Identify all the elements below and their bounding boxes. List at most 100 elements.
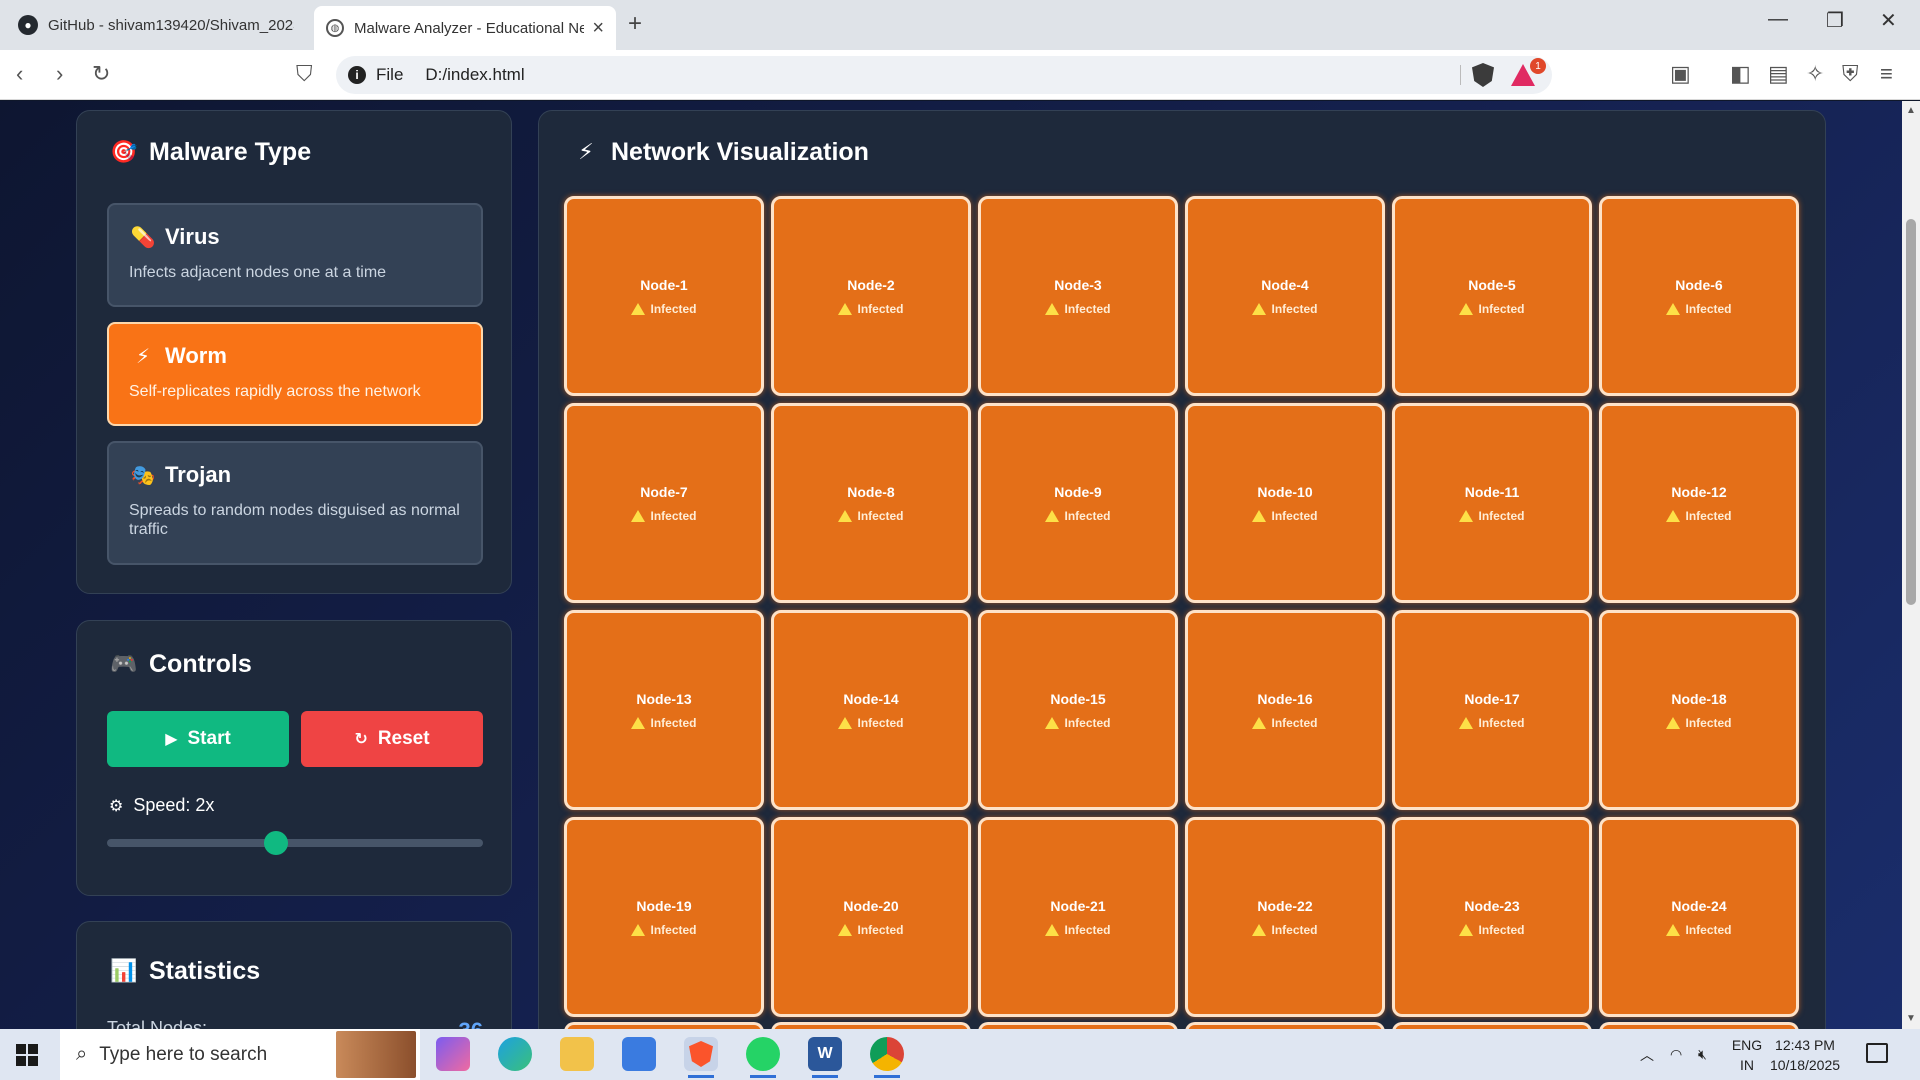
node-status-label: Infected [857, 508, 904, 523]
network-node[interactable]: Node-17 Infected [1392, 610, 1592, 810]
tab-malware-analyzer[interactable]: ◍ Malware Analyzer - Educational Network… [314, 6, 616, 50]
speed-slider[interactable] [107, 831, 483, 855]
address-bar[interactable]: i File D:/index.html 1 [336, 56, 1552, 94]
new-tab-icon[interactable]: + [628, 10, 642, 38]
store-icon[interactable] [622, 1037, 656, 1071]
reload-icon[interactable]: ↻ [92, 61, 110, 87]
wifi-icon[interactable]: ◠ [1670, 1029, 1682, 1080]
malware-option-name: Virus [165, 224, 220, 249]
node-name: Node-6 [1675, 276, 1723, 293]
leo-ai-icon[interactable]: ✧ [1806, 61, 1824, 87]
windows-start-icon[interactable] [16, 1044, 38, 1066]
node-status: Infected [1459, 302, 1525, 316]
close-tab-icon[interactable]: × [592, 17, 604, 40]
scrollbar-thumb[interactable] [1906, 219, 1916, 605]
node-name: Node-8 [847, 483, 895, 500]
forward-icon[interactable]: › [56, 61, 63, 87]
volume-muted-icon[interactable]: 🔇︎ [1698, 1029, 1707, 1080]
node-name: Node-23 [1464, 897, 1520, 914]
chrome-icon[interactable] [870, 1037, 904, 1078]
node-name: Node-19 [636, 897, 692, 914]
network-node[interactable]: Node-9 Infected [978, 403, 1178, 603]
network-node[interactable]: Node-18 Infected [1599, 610, 1799, 810]
malware-option-worm[interactable]: ⚡ Worm Self-replicates rapidly across th… [107, 322, 483, 426]
pill-icon: 💊 [130, 226, 156, 249]
close-window-icon[interactable]: ✕ [1880, 8, 1897, 33]
node-status: Infected [838, 508, 904, 523]
network-node[interactable]: Node-11 Infected [1392, 403, 1592, 603]
minimize-icon[interactable]: — [1768, 8, 1788, 31]
stat-label: Total Nodes: [107, 1018, 208, 1029]
network-node[interactable]: Node-1 Infected [564, 196, 764, 396]
node-status-label: Infected [857, 715, 904, 730]
network-node[interactable]: Node-23 Infected [1392, 817, 1592, 1017]
menu-icon[interactable]: ≡ [1880, 61, 1893, 87]
node-status-label: Infected [1685, 301, 1732, 316]
node-status-label: Infected [1064, 715, 1111, 730]
sidebar-icon[interactable]: ◧ [1730, 61, 1751, 87]
network-node[interactable]: Node-15 Infected [978, 610, 1178, 810]
warning-icon [1045, 302, 1060, 315]
warning-icon [1252, 509, 1267, 522]
file-explorer-icon[interactable] [560, 1037, 594, 1071]
malware-option-description: Infects adjacent nodes one at a time [129, 264, 387, 281]
network-node[interactable]: Node-20 Infected [771, 817, 971, 1017]
browser-toolbar: ‹ › ↻ ⛉ i File D:/index.html 1 ▣ ◧ ▤ ✧ ⛨… [0, 50, 1920, 100]
word-icon[interactable]: W [808, 1037, 842, 1078]
network-node[interactable]: Node-14 Infected [771, 610, 971, 810]
vertical-scrollbar[interactable]: ▲ ▼ [1902, 101, 1920, 1029]
statistics-panel: 📊 Statistics Total Nodes: 36 [76, 921, 512, 1029]
node-status: Infected [1666, 716, 1732, 730]
back-icon[interactable]: ‹ [16, 61, 23, 87]
warning-icon [838, 923, 853, 936]
network-node[interactable]: Node-19 Infected [564, 817, 764, 1017]
network-node[interactable]: Node-10 Infected [1185, 403, 1385, 603]
network-node[interactable]: Node-7 Infected [564, 403, 764, 603]
network-node[interactable]: Node-6 Infected [1599, 196, 1799, 396]
network-node[interactable]: Node-12 Infected [1599, 403, 1799, 603]
network-node[interactable]: Node-4 Infected [1185, 196, 1385, 396]
start-button[interactable]: ▶ Start [107, 711, 289, 767]
wallet-icon[interactable]: ▤ [1768, 61, 1789, 87]
node-name: Node-18 [1671, 690, 1727, 707]
warning-icon [1666, 716, 1681, 729]
node-status: Infected [631, 302, 697, 316]
network-node[interactable]: Node-13 Infected [564, 610, 764, 810]
scroll-down-icon[interactable]: ▼ [1906, 1013, 1916, 1024]
network-node[interactable]: Node-2 Infected [771, 196, 971, 396]
edge-icon[interactable] [498, 1037, 532, 1071]
info-icon[interactable]: i [348, 66, 366, 84]
notification-center-icon[interactable] [1866, 1043, 1888, 1063]
speed-slider-thumb[interactable] [264, 831, 289, 855]
network-node[interactable]: Node-21 Infected [978, 817, 1178, 1017]
scroll-up-icon[interactable]: ▲ [1906, 105, 1916, 116]
warning-icon [631, 302, 646, 315]
speed-label: ⚙ Speed: 2x [109, 795, 215, 815]
malware-option-trojan[interactable]: 🎭 Trojan Spreads to random nodes disguis… [107, 441, 483, 565]
malware-option-virus[interactable]: 💊 Virus Infects adjacent nodes one at a … [107, 203, 483, 307]
show-hidden-icons-icon[interactable]: ︿ [1640, 1029, 1654, 1080]
network-node[interactable]: Node-3 Infected [978, 196, 1178, 396]
url-text[interactable]: D:/index.html [425, 65, 524, 85]
malware-option-name: Trojan [165, 462, 232, 487]
vpn-icon[interactable]: ⛨ [1842, 61, 1859, 87]
network-node[interactable]: Node-24 Infected [1599, 817, 1799, 1017]
bookmark-icon[interactable]: ⛉ [296, 61, 313, 87]
brave-icon[interactable] [684, 1037, 718, 1078]
brave-shield-icon[interactable] [1472, 63, 1494, 87]
whatsapp-icon[interactable] [746, 1037, 780, 1078]
node-status-label: Infected [1064, 922, 1111, 937]
network-node[interactable]: Node-8 Infected [771, 403, 971, 603]
restore-icon[interactable]: ❐ [1826, 8, 1844, 33]
node-status: Infected [1666, 509, 1732, 523]
network-node[interactable]: Node-5 Infected [1392, 196, 1592, 396]
network-node[interactable]: Node-16 Infected [1185, 610, 1385, 810]
clock[interactable]: 12:43 PM 10/18/2025 [1760, 1035, 1850, 1075]
tab-github[interactable]: ● GitHub - shivam139420/Shivam_2023 [6, 6, 306, 44]
node-status-label: Infected [1478, 922, 1525, 937]
network-node[interactable]: Node-22 Infected [1185, 817, 1385, 1017]
reader-mode-icon[interactable]: ▣ [1670, 61, 1691, 87]
reset-button[interactable]: ↻ Reset [301, 711, 483, 767]
copilot-icon[interactable] [436, 1037, 470, 1071]
stat-value: 36 [459, 1018, 483, 1029]
